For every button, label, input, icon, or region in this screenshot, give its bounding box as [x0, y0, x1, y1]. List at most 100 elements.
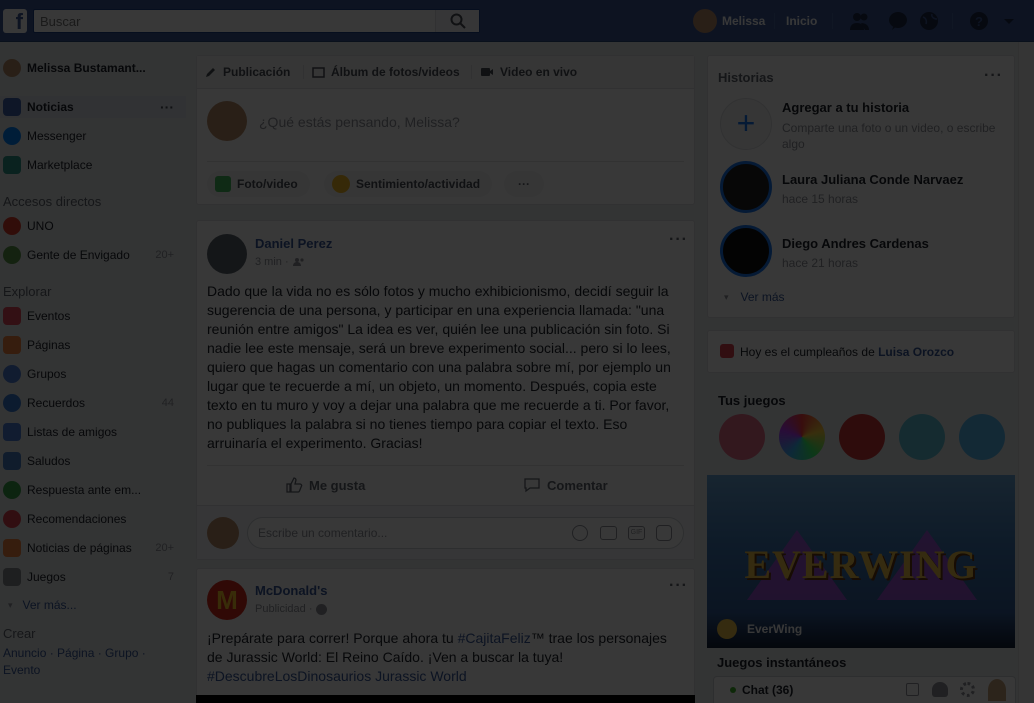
home-link[interactable]: Inicio [786, 14, 817, 28]
hashtag-link[interactable]: #DescubreLosDinosaurios Jurassic World [207, 668, 467, 684]
messenger-icon[interactable] [888, 11, 908, 31]
sidebar-item-events[interactable]: Eventos [0, 305, 186, 327]
button-label: Comentar [547, 477, 608, 493]
explore-heading: Explorar [3, 284, 52, 299]
sidebar-item-crisis-response[interactable]: Respuesta ante em... [0, 479, 186, 501]
add-story-title[interactable]: Agregar a tu historia [782, 100, 909, 115]
everwing-game-banner[interactable]: EVERWING EverWing [707, 475, 1015, 648]
like-button[interactable]: Me gusta [285, 476, 365, 494]
gear-icon[interactable] [960, 682, 975, 697]
game-icon-word[interactable] [959, 414, 1005, 460]
game-controller-icon [3, 568, 21, 586]
divider [774, 13, 775, 29]
sidebar-item-news-feed[interactable]: Noticias ··· [0, 96, 186, 118]
chevron-down-icon[interactable] [1003, 11, 1015, 31]
profile-link[interactable]: Melissa [693, 9, 765, 33]
sidebar-item-uno[interactable]: UNO [0, 215, 186, 237]
see-more-label: Ver más [740, 290, 785, 304]
game-icon-rainbow[interactable] [779, 414, 825, 460]
tab-label: Video en vivo [500, 65, 578, 79]
post-options-icon[interactable]: ··· [669, 231, 688, 249]
search-box[interactable] [33, 9, 480, 33]
photo-video-button[interactable]: Foto/video [207, 171, 310, 197]
sidebar-item-label: Messenger [27, 129, 87, 143]
sidebar-item-group[interactable]: Gente de Envigado 20+ [0, 244, 186, 266]
button-label: Me gusta [309, 477, 366, 493]
friend-requests-icon[interactable] [850, 11, 870, 31]
avatar [693, 9, 717, 33]
sidebar-item-messenger[interactable]: Messenger [0, 125, 186, 147]
svg-text:?: ? [975, 14, 983, 29]
avatar [3, 59, 21, 77]
post-author[interactable]: Daniel Perez [255, 236, 332, 251]
mcdonalds-logo-icon[interactable]: M [207, 580, 247, 620]
sidebar-item-pokes[interactable]: Saludos [0, 450, 186, 472]
chevron-down-icon: ▾ [8, 599, 13, 610]
more-options-button[interactable]: ··· [504, 171, 544, 197]
game-icon-pink[interactable] [719, 414, 765, 460]
stories-options-icon[interactable]: ··· [984, 67, 1003, 85]
tab-label: Publicación [223, 65, 291, 79]
new-message-icon[interactable] [906, 683, 919, 696]
sidebar-item-marketplace[interactable]: Marketplace [0, 154, 186, 176]
create-event-link[interactable]: Evento [3, 663, 40, 677]
tab-live-video[interactable]: Video en vivo [480, 65, 577, 79]
more-options-icon[interactable]: ··· [160, 99, 174, 115]
stories-panel: Historias ··· + Agregar a tu historia Co… [707, 55, 1015, 318]
sidebar-item-games[interactable]: Juegos 7 [0, 566, 186, 588]
divider [471, 65, 472, 79]
search-input[interactable] [34, 10, 434, 32]
post-options-icon[interactable]: ··· [669, 577, 688, 595]
story-avatar[interactable] [720, 161, 772, 213]
comment-button[interactable]: Comentar [523, 476, 608, 494]
sidebar-item-profile[interactable]: Melissa Bustamant... [0, 57, 186, 79]
add-story-button[interactable]: + [720, 98, 772, 150]
comment-bubble-icon [524, 478, 540, 493]
divider [952, 13, 953, 29]
create-group-icon[interactable] [932, 682, 948, 697]
search-button[interactable] [435, 10, 479, 32]
help-icon[interactable]: ? [969, 11, 989, 31]
hashtag-link[interactable]: #CajitaFeliz [458, 630, 531, 646]
birthday-panel: Hoy es el cumpleaños de Luisa Orozco [707, 330, 1015, 373]
ad-media[interactable] [196, 695, 695, 703]
sidebar-item-recommendations[interactable]: Recomendaciones [0, 508, 186, 530]
post-author[interactable]: McDonald's [255, 583, 327, 598]
story-name[interactable]: Laura Juliana Conde Narvaez [782, 172, 963, 187]
notifications-globe-icon[interactable] [919, 11, 939, 31]
sidebar-item-memories[interactable]: Recuerdos 44 [0, 392, 186, 414]
game-icon-candy[interactable] [839, 414, 885, 460]
sidebar-item-pages-feed[interactable]: Noticias de páginas 20+ [0, 537, 186, 559]
gif-icon[interactable]: GIF [628, 526, 645, 540]
status-input[interactable]: ¿Qué estás pensando, Melissa? [259, 114, 460, 130]
sticker-icon[interactable] [656, 525, 672, 541]
avatar[interactable] [207, 234, 247, 274]
stories-see-more[interactable]: ▾ Ver más [724, 290, 785, 304]
camera-icon[interactable] [600, 526, 617, 540]
feeling-activity-button[interactable]: Sentimiento/actividad [324, 171, 493, 197]
sponsored-label[interactable]: Publicidad · [255, 603, 312, 615]
scrollbar[interactable] [1018, 42, 1034, 703]
birthday-name-link[interactable]: Luisa Orozco [878, 345, 954, 359]
sidebar-item-groups[interactable]: Grupos [0, 363, 186, 385]
flag-icon [3, 336, 21, 354]
story-name[interactable]: Diego Andres Cardenas [782, 236, 929, 251]
sidebar-item-pages[interactable]: Páginas [0, 334, 186, 356]
group-avatar-icon [3, 246, 21, 264]
post-time[interactable]: 3 min · [255, 256, 289, 268]
comment-input[interactable]: Escribe un comentario... GIF [247, 517, 684, 549]
see-more-link[interactable]: ▾ Ver más... [0, 594, 186, 616]
tab-photo-album[interactable]: Álbum de fotos/videos [312, 65, 460, 79]
tab-post[interactable]: Publicación [205, 65, 290, 79]
avatar[interactable] [988, 679, 1006, 701]
facebook-logo-icon[interactable]: f [3, 9, 27, 33]
chat-bar[interactable]: Chat (36) [713, 676, 1016, 703]
birthday-text: Hoy es el cumpleaños de Luisa Orozco [740, 345, 954, 359]
top-bar: f Melissa Inicio ? [0, 0, 1034, 42]
create-links[interactable]: Anuncio · Página · Grupo · [3, 646, 146, 660]
story-avatar[interactable] [720, 225, 772, 277]
sidebar-item-friend-lists[interactable]: Listas de amigos [0, 421, 186, 443]
game-icon-bubbles[interactable] [899, 414, 945, 460]
emoji-icon[interactable] [572, 525, 588, 541]
avatar [207, 517, 239, 549]
